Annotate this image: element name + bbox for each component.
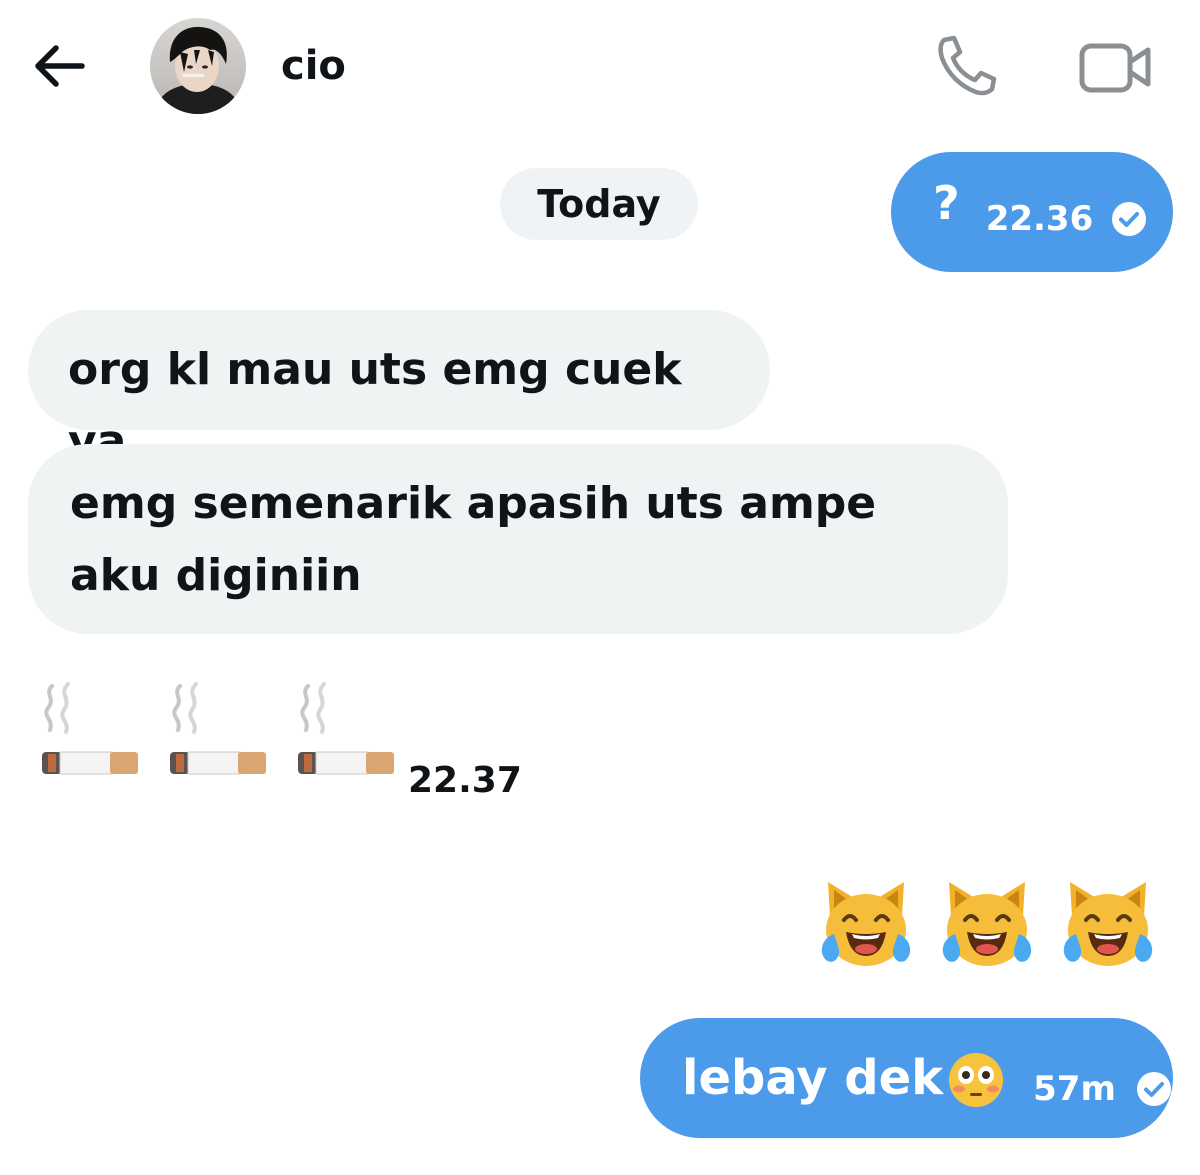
message-bubble-outgoing[interactable]: lebay dek 57m [640,1018,1173,1138]
message-time: 57m [1033,1069,1116,1109]
cigarette-emoji [298,682,394,775]
flushed-face-emoji [949,1053,1004,1107]
message-text-wrapper: lebay dek [682,1047,1005,1109]
phone-icon[interactable] [930,32,1002,98]
message-text: lebay dek [682,1050,944,1106]
video-camera-icon[interactable] [1076,38,1154,96]
cigarette-emoji [42,682,138,775]
date-divider: Today [500,168,698,240]
cat-tears-of-joy-emoji [942,882,1032,966]
message-time: 22.36 [985,199,1094,239]
message-text: emg semenarik apasih uts ampe aku digini… [70,478,877,601]
avatar-photo [150,18,246,114]
cat-tears-of-joy-emoji [821,882,911,966]
cigarette-emoji [170,682,266,775]
emoji-message-incoming[interactable] [38,680,398,778]
read-check-icon [1136,1072,1171,1106]
cat-tears-of-joy-emoji [1063,882,1153,966]
message-bubble-outgoing[interactable]: ? 22.36 [891,152,1173,272]
avatar[interactable] [150,18,246,114]
read-check-icon [1112,202,1147,236]
emoji-message-outgoing[interactable] [816,876,1158,970]
contact-name[interactable]: cio [281,40,346,92]
message-time: 22.37 [408,760,522,801]
message-text: ? [933,176,960,230]
arrow-left-icon[interactable] [30,40,88,92]
message-bubble-incoming[interactable]: org kl mau uts emg cuek ya [28,310,770,467]
message-bubble-incoming[interactable]: emg semenarik apasih uts ampe aku digini… [28,444,1008,634]
